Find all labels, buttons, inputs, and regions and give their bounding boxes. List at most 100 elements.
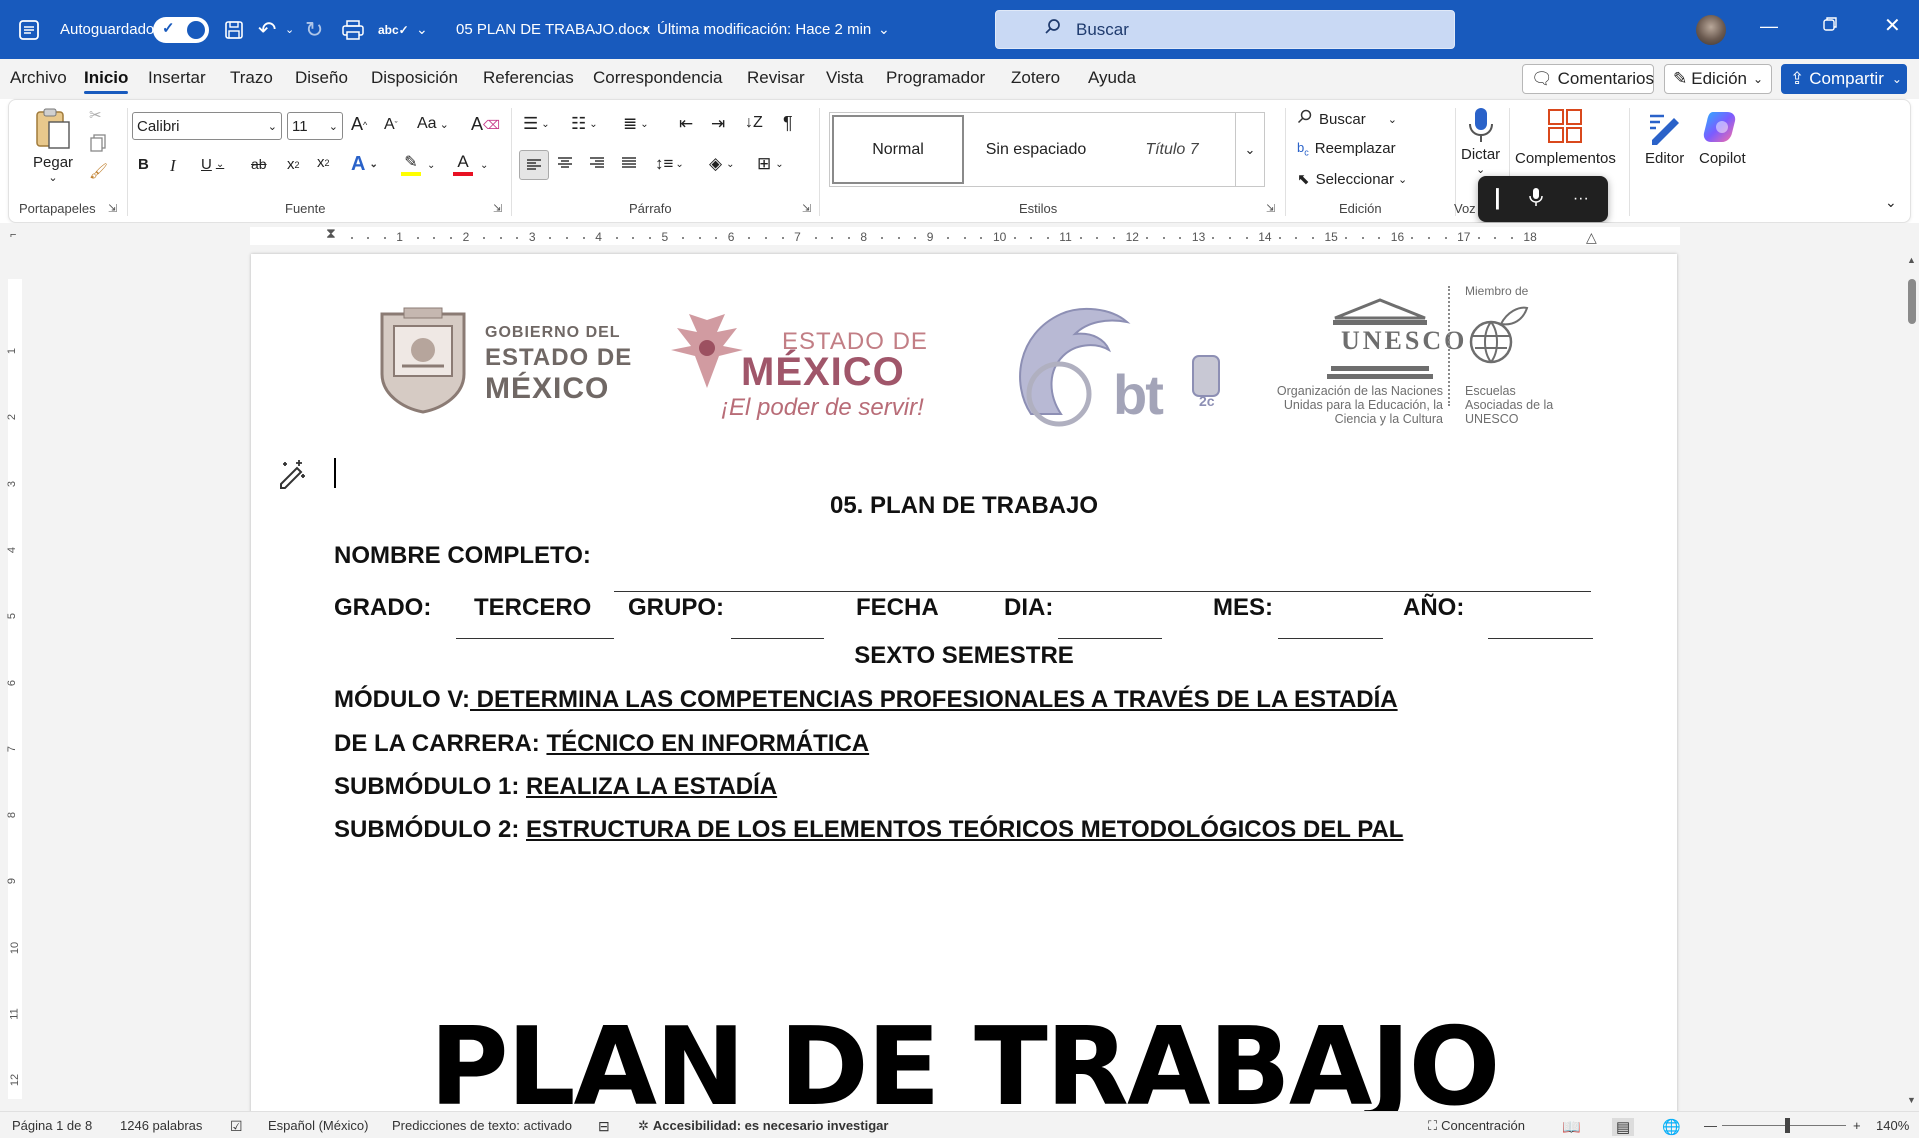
paragraph-launcher-icon[interactable]: ⇲ [802,202,811,215]
paste-button[interactable]: Pegar ⌄ [33,106,73,184]
tab-disposicion[interactable]: Disposición [371,68,458,88]
tab-diseno[interactable]: Diseño [295,68,348,88]
grow-font-icon[interactable]: A ^ [351,114,367,135]
fecha-label[interactable]: FECHA [856,594,939,622]
tab-correspondencia[interactable]: Correspondencia [593,68,722,88]
undo-icon[interactable]: ↶ [258,0,276,59]
style-normal[interactable]: Normal [832,115,964,184]
chevron-down-icon[interactable]: ⌄ [878,0,890,59]
align-right-icon[interactable] [589,156,605,170]
vertical-ruler[interactable]: 1 2 3 4 5 6 7 8 9 10 11 12 [0,249,30,1111]
align-center-icon[interactable] [557,156,573,170]
search-box[interactable]: Buscar [995,10,1455,49]
dictate-button[interactable]: Dictar ⌄ [1461,106,1500,176]
avatar[interactable] [1696,15,1726,45]
comments-button[interactable]: 🗨 Comentarios [1522,64,1654,94]
rewrite-wand-icon[interactable] [275,456,309,495]
print-layout-icon[interactable]: ▤ [1612,1118,1635,1136]
tab-programador[interactable]: Programador [886,68,985,88]
text-effects-icon[interactable]: A ⌄ [351,153,378,176]
semestre-text[interactable]: SEXTO SEMESTRE [251,642,1677,670]
subscript-icon[interactable]: x2 [287,156,300,173]
underline-icon[interactable]: U ⌄ [201,156,224,173]
multilevel-list-icon[interactable]: ≣ ⌄ [623,114,649,134]
cut-icon[interactable]: ✂ [89,106,102,124]
tab-inicio[interactable]: Inicio [84,68,129,94]
collapse-ribbon-icon[interactable]: ⌄ [1885,194,1897,211]
addins-button[interactable]: Complementos [1515,108,1616,167]
vertical-scrollbar[interactable]: ▲ ▼ [1904,249,1919,1111]
macro-icon[interactable]: ⊟ [598,1118,610,1135]
grado-label[interactable]: GRADO: [334,594,431,622]
styles-launcher-icon[interactable]: ⇲ [1266,202,1275,215]
justify-icon[interactable] [621,156,637,170]
copy-icon[interactable] [89,134,107,152]
modulo-line[interactable]: MÓDULO V: DETERMINA LAS COMPETENCIAS PRO… [334,686,1398,714]
zoom-out-icon[interactable]: — [1704,1118,1717,1133]
text-predictions[interactable]: Predicciones de texto: activado [392,1118,572,1133]
clipboard-launcher-icon[interactable]: ⇲ [108,202,117,215]
horizontal-ruler[interactable]: ⌐ 1 2 3 4 5 6 7 8 9 10 11 12 13 14 15 16 17 18 ⧗ △ [0,223,1919,249]
undo-dropdown-icon[interactable]: ⌄ [285,0,294,59]
submodulo1-line[interactable]: SUBMÓDULO 1: REALIZA LA ESTADÍA [334,773,777,801]
tab-vista[interactable]: Vista [826,68,864,88]
bullets-icon[interactable]: ☰ ⌄ [523,114,550,134]
customize-toolbar-icon[interactable]: ⌄ [416,0,428,59]
focus-button[interactable]: ⛶ Concentración [1428,1118,1525,1134]
styles-more-icon[interactable]: ⌄ [1235,112,1265,187]
right-indent-icon[interactable]: △ [1586,229,1597,246]
page-count[interactable]: Página 1 de 8 [12,1118,92,1133]
increase-indent-icon[interactable]: ⇥ [711,114,725,134]
tab-ayuda[interactable]: Ayuda [1088,68,1136,88]
proofing-icon[interactable]: ☑ [230,1118,243,1135]
chevron-down-icon[interactable]: ⌄ [480,160,488,171]
copilot-button[interactable]: Copilot [1699,108,1746,167]
more-options-icon[interactable]: ··· [1573,190,1589,208]
superscript-icon[interactable]: x2 [317,154,330,171]
tab-archivo[interactable]: Archivo [10,68,67,88]
grado-value[interactable]: TERCERO [474,594,591,622]
word-app-icon[interactable] [18,0,40,59]
change-case-button[interactable]: Aa ⌄ [417,115,449,133]
spelling-icon[interactable]: abc✓ [378,0,409,59]
shrink-font-icon[interactable]: Aˇ [384,116,398,134]
minimize-icon[interactable]: — [1760,16,1778,37]
scroll-down-icon[interactable]: ▼ [1907,1095,1916,1105]
restore-icon[interactable] [1822,16,1838,37]
font-launcher-icon[interactable]: ⇲ [493,202,502,215]
tab-revisar[interactable]: Revisar [747,68,805,88]
scrollbar-thumb[interactable] [1908,279,1916,324]
print-icon[interactable] [342,0,364,59]
last-modified[interactable]: Última modificación: Hace 2 min [657,0,871,59]
indent-marker-icon[interactable]: ⧗ [326,225,336,242]
scroll-up-icon[interactable]: ▲ [1907,255,1916,265]
line-spacing-icon[interactable]: ↕≡ ⌄ [655,154,684,174]
close-icon[interactable]: ✕ [1884,13,1901,38]
editing-mode-button[interactable]: ✎ Edición ⌄ [1664,64,1772,94]
zoom-in-icon[interactable]: + [1853,1118,1861,1133]
align-left-icon[interactable] [519,150,549,180]
drag-handle-icon[interactable]: ┃ [1492,189,1503,210]
dia-label[interactable]: DIA: [1004,594,1053,622]
redo-icon[interactable]: ↻ [305,0,323,59]
document-title[interactable]: 05 PLAN DE TRABAJO.docx [456,0,650,59]
italic-icon[interactable]: I [170,156,176,176]
word-count[interactable]: 1246 palabras [120,1118,202,1133]
chevron-down-icon[interactable]: ⌄ [427,160,435,171]
tab-trazo[interactable]: Trazo [230,68,273,88]
strikethrough-icon[interactable]: ab [251,156,267,172]
decrease-indent-icon[interactable]: ⇤ [679,114,693,134]
tab-referencias[interactable]: Referencias [483,68,574,88]
zoom-slider[interactable] [1722,1125,1846,1126]
share-button[interactable]: ⇪ Compartir ⌄ [1781,64,1907,94]
autosave-toggle[interactable]: ✓ [153,0,209,59]
format-painter-icon[interactable]: 🖌 [89,162,108,180]
carrera-line[interactable]: DE LA CARRERA: TÉCNICO EN INFORMÁTICA [334,730,869,758]
tab-selector-icon[interactable]: ⌐ [10,229,16,241]
replace-button[interactable]: bc Reemplazar [1297,140,1396,158]
numbering-icon[interactable]: ☷ ⌄ [571,114,598,134]
clear-formatting-icon[interactable]: A ⌫ [471,114,500,135]
mes-label[interactable]: MES: [1213,594,1273,622]
shading-icon[interactable]: ◈ ⌄ [709,154,734,174]
name-label[interactable]: NOMBRE COMPLETO: [334,542,591,570]
